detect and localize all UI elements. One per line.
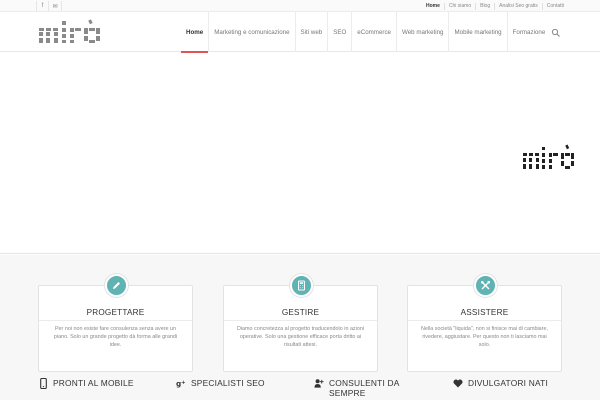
hero-logo bbox=[523, 144, 574, 169]
main-nav: Home Marketing e comunicazione Siti web … bbox=[181, 12, 551, 53]
card-text: Per noi non esiste fare consulenza senza… bbox=[53, 326, 178, 348]
site-logo[interactable] bbox=[38, 19, 104, 47]
feature-title: CONSULENTI DA SEMPRE bbox=[329, 378, 400, 398]
feature-title: PRONTI AL MOBILE bbox=[53, 378, 134, 388]
calculator-icon bbox=[290, 274, 313, 297]
topnav-chi-siamo[interactable]: Chi siamo bbox=[443, 2, 475, 10]
social-links: f ✉ bbox=[36, 1, 62, 11]
mail-icon[interactable]: ✉ bbox=[49, 1, 62, 11]
svg-text:+: + bbox=[181, 380, 186, 386]
nav-web-marketing[interactable]: Web marketing bbox=[395, 12, 449, 52]
google-plus-icon: g + bbox=[176, 378, 186, 389]
add-user-icon bbox=[314, 378, 324, 389]
feature-title: DIVULGATORI NATI bbox=[468, 378, 548, 388]
pencil-icon bbox=[105, 274, 128, 297]
card-text: Nella società "liquida", non si finisce … bbox=[421, 326, 548, 348]
secondary-nav: Home Chi siamo Blog Analisi Seo gratis C… bbox=[422, 0, 568, 12]
card-title: GESTIRE bbox=[281, 308, 320, 317]
nav-ecommerce[interactable]: eCommerce bbox=[351, 12, 396, 52]
hero-slider bbox=[0, 53, 600, 254]
service-card-assistere: ASSISTERE Nella società "liquida", non s… bbox=[407, 274, 562, 372]
nav-formazione[interactable]: Formazione bbox=[506, 12, 551, 52]
service-card-gestire: GESTIRE Diamo concretezza al progetto tr… bbox=[223, 274, 378, 372]
card-divider bbox=[224, 320, 377, 321]
nav-seo[interactable]: SEO bbox=[327, 12, 351, 52]
nav-marketing[interactable]: Marketing e comunicazione bbox=[208, 12, 294, 52]
service-card-progettare: PROGETTARE Per noi non esiste fare consu… bbox=[38, 274, 193, 372]
feature-consulenti: CONSULENTI DA SEMPRE bbox=[314, 378, 424, 398]
topnav-analisi-seo[interactable]: Analisi Seo gratis bbox=[494, 2, 542, 10]
facebook-icon[interactable]: f bbox=[36, 1, 49, 11]
nav-mobile-marketing[interactable]: Mobile marketing bbox=[448, 12, 506, 52]
top-bar: f ✉ Home Chi siamo Blog Analisi Seo grat… bbox=[0, 0, 600, 12]
nav-siti-web[interactable]: Siti web bbox=[294, 12, 328, 52]
nav-home[interactable]: Home bbox=[181, 12, 209, 53]
topnav-contatti[interactable]: Contatti bbox=[541, 2, 568, 10]
tools-icon bbox=[474, 274, 497, 297]
search-icon[interactable] bbox=[551, 28, 561, 38]
mobile-icon bbox=[38, 378, 48, 389]
topnav-home[interactable]: Home bbox=[422, 3, 444, 10]
card-divider bbox=[408, 320, 561, 321]
feature-seo: g + SPECIALISTI SEO bbox=[176, 378, 265, 389]
site-header: Home Marketing e comunicazione Siti web … bbox=[0, 12, 600, 53]
feature-title: SPECIALISTI SEO bbox=[191, 378, 265, 388]
card-title: PROGETTARE bbox=[86, 308, 145, 317]
card-title: ASSISTERE bbox=[460, 308, 509, 317]
card-text: Diamo concretezza al progetto traducendo… bbox=[236, 326, 365, 348]
card-divider bbox=[39, 320, 192, 321]
heart-icon bbox=[453, 378, 463, 389]
topnav-blog[interactable]: Blog bbox=[475, 2, 494, 10]
feature-mobile: PRONTI AL MOBILE bbox=[38, 378, 134, 389]
services-section: PROGETTARE Per noi non esiste fare consu… bbox=[0, 255, 600, 400]
feature-divulgatori: DIVULGATORI NATI bbox=[453, 378, 548, 389]
